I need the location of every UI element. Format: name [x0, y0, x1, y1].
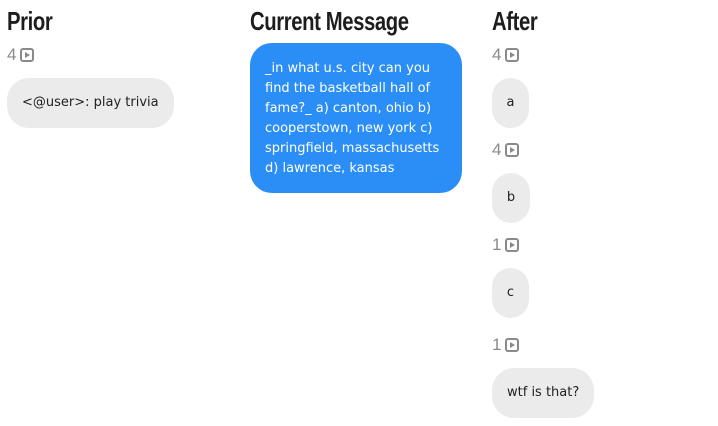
after-message-bubble: a: [492, 78, 529, 128]
after-message-bubble: b: [492, 173, 530, 223]
after-count-3: 1: [492, 235, 520, 255]
after-message-text: c: [506, 285, 515, 300]
prior-count: 4: [7, 45, 35, 65]
after-message-bubble: c: [492, 268, 529, 318]
prior-message-bubble: <@user>: play trivia: [7, 78, 174, 128]
play-icon: [20, 48, 35, 62]
play-icon: [505, 238, 520, 252]
after-count-value: 4: [492, 45, 502, 64]
after-message-text: b: [506, 190, 516, 205]
after-title: After: [492, 6, 538, 36]
prior-title: Prior: [7, 6, 53, 36]
prior-message-text: <@user>: play trivia: [22, 95, 159, 110]
current-message-text: _in what u.s. city can you find the bask…: [265, 61, 440, 176]
prior-count-value: 4: [7, 45, 17, 64]
play-icon: [505, 143, 520, 157]
play-icon: [505, 48, 520, 62]
current-title: Current Message: [250, 6, 409, 36]
after-count-value: 1: [492, 335, 502, 354]
after-count-value: 4: [492, 140, 502, 159]
current-message-bubble: _in what u.s. city can you find the bask…: [250, 43, 462, 193]
after-count-1: 4: [492, 45, 520, 65]
after-message-bubble: wtf is that?: [492, 368, 595, 418]
after-count-4: 1: [492, 335, 520, 355]
after-count-2: 4: [492, 140, 520, 160]
after-count-value: 1: [492, 235, 502, 254]
after-message-text: a: [506, 95, 515, 110]
play-icon: [505, 338, 520, 352]
after-message-text: wtf is that?: [507, 385, 580, 400]
